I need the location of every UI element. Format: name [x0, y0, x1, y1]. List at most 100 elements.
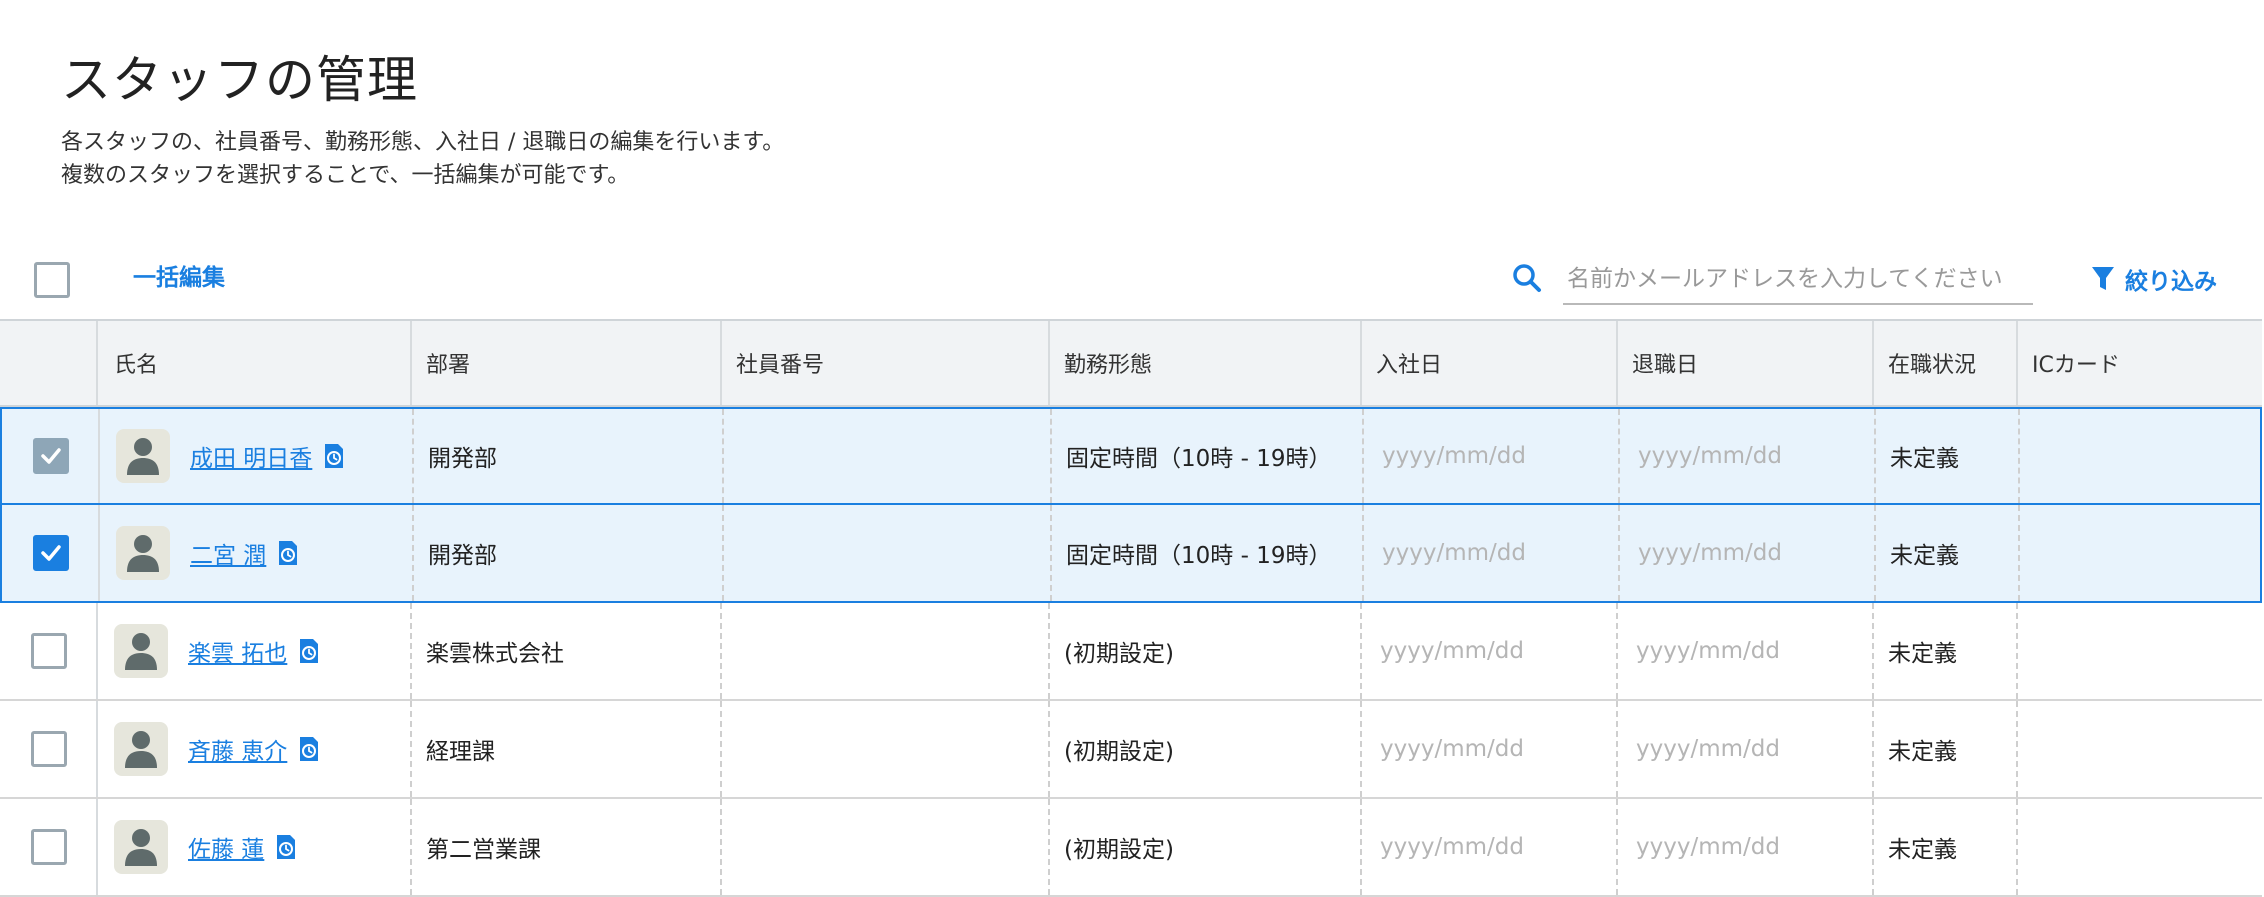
column-header-employee-number: 社員番号: [720, 321, 1048, 405]
filter-button[interactable]: 絞り込み: [2091, 262, 2217, 296]
description-line-2: 複数のスタッフを選択することで、一括編集が可能です。: [61, 163, 630, 188]
employee-number-cell[interactable]: [722, 505, 1050, 601]
row-checkbox[interactable]: [33, 535, 69, 571]
employment-status-cell[interactable]: 未定義: [1872, 701, 2016, 797]
avatar: [114, 820, 168, 874]
clock-icon[interactable]: [274, 834, 298, 860]
work-style-cell[interactable]: 固定時間（10時 - 19時）: [1050, 505, 1362, 601]
retirement-date-cell: [1618, 505, 1874, 601]
employee-number-cell[interactable]: [720, 799, 1048, 895]
retirement-date-cell: [1616, 603, 1872, 699]
ic-card-cell[interactable]: [2018, 409, 2264, 503]
staff-name-link[interactable]: 佐藤 蓮: [188, 830, 264, 864]
department-cell: 経理課: [410, 701, 720, 797]
search-icon: [1513, 264, 1541, 292]
bulk-edit-button[interactable]: 一括編集: [133, 258, 225, 292]
table-row[interactable]: 楽雲 拓也 楽雲株式会社 (初期設定) 未定義: [0, 603, 2262, 701]
employee-number-cell[interactable]: [722, 409, 1050, 503]
staff-name-link[interactable]: 二宮 潤: [190, 536, 266, 570]
staff-table: 氏名 部署 社員番号 勤務形態 入社日 退職日 在職状況 ICカード 成田 明日…: [0, 319, 2262, 897]
hire-date-input[interactable]: [1376, 729, 1584, 769]
retirement-date-input[interactable]: [1632, 631, 1840, 671]
row-checkbox[interactable]: [31, 633, 67, 669]
employee-number-cell[interactable]: [720, 603, 1048, 699]
retirement-date-cell: [1616, 701, 1872, 797]
hire-date-input[interactable]: [1378, 533, 1586, 573]
hire-date-input[interactable]: [1378, 436, 1586, 476]
column-header-work-style: 勤務形態: [1048, 321, 1360, 405]
row-checkbox-cell: [0, 603, 98, 699]
staff-name-link[interactable]: 成田 明日香: [190, 439, 312, 473]
person-icon: [127, 535, 159, 572]
hire-date-cell: [1360, 603, 1616, 699]
filter-icon: [2092, 267, 2114, 290]
employment-status-cell[interactable]: 未定義: [1874, 505, 2018, 601]
filter-label: 絞り込み: [2125, 269, 2217, 295]
employee-number-cell[interactable]: [720, 701, 1048, 797]
hire-date-cell: [1362, 409, 1618, 503]
row-checkbox[interactable]: [31, 829, 67, 865]
column-header-retirement-date: 退職日: [1616, 321, 1872, 405]
work-style-cell[interactable]: (初期設定): [1048, 799, 1360, 895]
column-header-employment-status: 在職状況: [1872, 321, 2016, 405]
table-row[interactable]: 成田 明日香 開発部 固定時間（10時 - 19時） 未定義: [0, 407, 2262, 505]
employment-status-cell[interactable]: 未定義: [1872, 799, 2016, 895]
employment-status-cell[interactable]: 未定義: [1874, 409, 2018, 503]
clock-icon[interactable]: [297, 638, 321, 664]
employment-status-cell[interactable]: 未定義: [1872, 603, 2016, 699]
name-cell: 佐藤 蓮: [98, 799, 410, 895]
name-cell: 斉藤 恵介: [98, 701, 410, 797]
row-checkbox[interactable]: [31, 731, 67, 767]
table-row[interactable]: 斉藤 恵介 経理課 (初期設定) 未定義: [0, 701, 2262, 799]
search-input[interactable]: [1563, 255, 2033, 305]
staff-name-link[interactable]: 斉藤 恵介: [188, 732, 287, 766]
avatar: [116, 526, 170, 580]
retirement-date-input[interactable]: [1632, 827, 1840, 867]
hire-date-cell: [1360, 701, 1616, 797]
retirement-date-cell: [1618, 409, 1874, 503]
clock-icon[interactable]: [322, 443, 346, 469]
work-style-cell[interactable]: (初期設定): [1048, 701, 1360, 797]
work-style-cell[interactable]: (初期設定): [1048, 603, 1360, 699]
row-checkbox-cell: [2, 505, 100, 601]
hire-date-input[interactable]: [1376, 631, 1584, 671]
ic-card-cell[interactable]: [2016, 701, 2262, 797]
retirement-date-input[interactable]: [1632, 729, 1840, 769]
header-checkbox-cell: [0, 321, 98, 405]
page-title: スタッフの管理: [61, 51, 418, 109]
ic-card-cell[interactable]: [2018, 505, 2264, 601]
description-line-1: 各スタッフの、社員番号、勤務形態、入社日 / 退職日の編集を行います。: [61, 130, 785, 155]
clock-icon[interactable]: [297, 736, 321, 762]
page-description: 各スタッフの、社員番号、勤務形態、入社日 / 退職日の編集を行います。 複数のス…: [61, 126, 784, 192]
row-checkbox-cell: [2, 409, 100, 503]
hire-date-input[interactable]: [1376, 827, 1584, 867]
checkmark-icon: [41, 448, 61, 464]
person-icon: [125, 829, 157, 866]
work-style-cell[interactable]: 固定時間（10時 - 19時）: [1050, 409, 1362, 503]
select-all-checkbox[interactable]: [34, 262, 70, 298]
table-row[interactable]: 二宮 潤 開発部 固定時間（10時 - 19時） 未定義: [0, 505, 2262, 603]
avatar: [116, 429, 170, 483]
hire-date-cell: [1362, 505, 1618, 601]
retirement-date-cell: [1616, 799, 1872, 895]
row-checkbox-cell: [0, 701, 98, 797]
column-header-hire-date: 入社日: [1360, 321, 1616, 405]
clock-icon[interactable]: [276, 540, 300, 566]
retirement-date-input[interactable]: [1634, 533, 1842, 573]
column-header-name: 氏名: [114, 353, 159, 378]
department-cell: 第二営業課: [410, 799, 720, 895]
avatar: [114, 722, 168, 776]
ic-card-cell[interactable]: [2016, 603, 2262, 699]
retirement-date-input[interactable]: [1634, 436, 1842, 476]
name-cell: 二宮 潤: [100, 505, 412, 601]
ic-card-cell[interactable]: [2016, 799, 2262, 895]
department-cell: 楽雲株式会社: [410, 603, 720, 699]
column-header-ic-card: ICカード: [2016, 321, 2262, 405]
row-checkbox[interactable]: [33, 438, 69, 474]
person-icon: [125, 731, 157, 768]
department-cell: 開発部: [412, 505, 722, 601]
staff-name-link[interactable]: 楽雲 拓也: [188, 634, 287, 668]
table-header-row: 氏名 部署 社員番号 勤務形態 入社日 退職日 在職状況 ICカード: [0, 321, 2262, 407]
table-row[interactable]: 佐藤 蓮 第二営業課 (初期設定) 未定義: [0, 799, 2262, 897]
column-header-department: 部署: [410, 321, 720, 405]
